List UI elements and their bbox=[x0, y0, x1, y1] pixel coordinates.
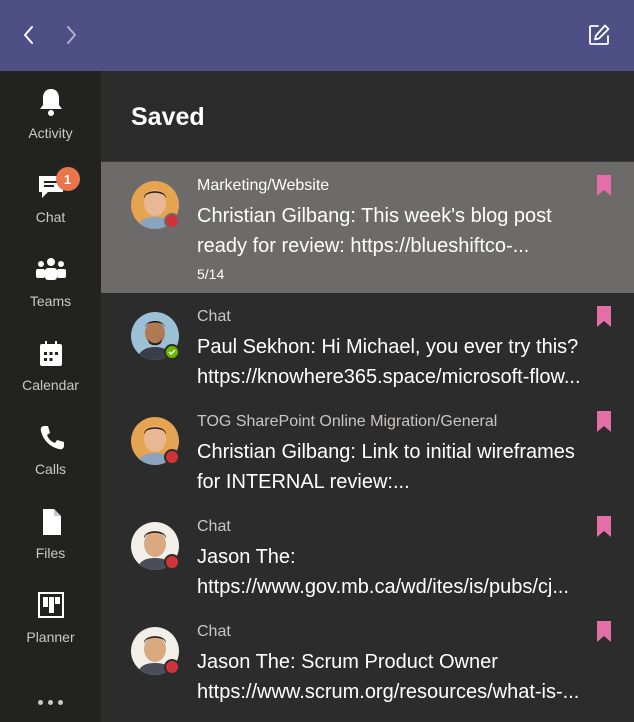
saved-item[interactable]: Chat Jason The: https://www.gov.mb.ca/wd… bbox=[101, 503, 634, 608]
title-bar bbox=[0, 0, 634, 71]
rail-label-planner: Planner bbox=[26, 629, 75, 645]
message-line-2: https://knowhere365.space/microsoft-flow… bbox=[197, 366, 581, 388]
chevron-right-icon bbox=[67, 26, 76, 44]
saved-item[interactable]: Marketing/Website Christian Gilbang: Thi… bbox=[101, 162, 634, 293]
forward-button[interactable] bbox=[56, 20, 86, 50]
avatar bbox=[131, 181, 180, 229]
rail-item-calls[interactable]: Calls bbox=[0, 407, 101, 491]
presence-busy-indicator bbox=[164, 213, 180, 229]
message-line-1: Christian Gilbang: Link to initial wiref… bbox=[197, 441, 575, 463]
rail-item-files[interactable]: Files bbox=[0, 491, 101, 575]
message-line-1: Jason The: Scrum Product Owner bbox=[197, 651, 498, 673]
chevron-left-icon bbox=[24, 26, 33, 44]
avatar bbox=[131, 417, 180, 465]
avatar bbox=[131, 522, 180, 570]
message-line-1: Jason The: bbox=[197, 546, 296, 568]
item-message: Christian Gilbang: Link to initial wiref… bbox=[197, 437, 617, 497]
rail-label-activity: Activity bbox=[28, 125, 73, 141]
compose-icon bbox=[589, 24, 610, 45]
message-line-1: Paul Sekhon: Hi Michael, you ever try th… bbox=[197, 336, 579, 358]
saved-item[interactable]: Chat Jason The: Scrum Product Owner http… bbox=[101, 608, 634, 713]
bookmark-icon[interactable] bbox=[595, 620, 613, 644]
rail-label-calls: Calls bbox=[34, 461, 67, 477]
item-count: 5/14 bbox=[197, 266, 225, 282]
rail-label-calendar: Calendar bbox=[22, 377, 79, 393]
item-message: Paul Sekhon: Hi Michael, you ever try th… bbox=[197, 332, 617, 392]
rail-item-planner[interactable]: Planner bbox=[0, 575, 101, 659]
bookmark-icon[interactable] bbox=[595, 174, 613, 198]
compose-button[interactable] bbox=[584, 20, 614, 50]
avatar bbox=[131, 627, 180, 675]
bookmark-icon[interactable] bbox=[595, 410, 613, 434]
checkmark-icon bbox=[168, 349, 176, 356]
item-message: Jason The: Scrum Product Owner https://w… bbox=[197, 647, 617, 707]
saved-item[interactable]: Chat Paul Sekhon: Hi Michael, you ever t… bbox=[101, 293, 634, 398]
planner-icon bbox=[34, 589, 68, 623]
message-line-2: https://www.scrum.org/resources/what-is-… bbox=[197, 681, 580, 703]
bell-icon bbox=[34, 85, 68, 119]
rail-item-activity[interactable]: Activity bbox=[0, 71, 101, 155]
rail-label-chat: Chat bbox=[35, 209, 66, 225]
saved-pane: Saved Marketing/Website Christian Gilban… bbox=[101, 71, 634, 722]
item-channel: Chat bbox=[197, 308, 231, 325]
calendar-icon bbox=[34, 337, 68, 371]
item-message: Jason The: https://www.gov.mb.ca/wd/ites… bbox=[197, 542, 617, 602]
item-channel: Chat bbox=[197, 623, 231, 640]
rail-label-files: Files bbox=[35, 545, 66, 561]
rail-item-teams[interactable]: Teams bbox=[0, 239, 101, 323]
presence-busy-indicator bbox=[164, 659, 180, 675]
teams-app: Activity 1 Chat Teams Calendar Calls Fil… bbox=[0, 0, 634, 722]
bookmark-icon[interactable] bbox=[595, 305, 613, 329]
avatar bbox=[131, 312, 180, 360]
teams-icon bbox=[34, 253, 68, 287]
message-line-1: Christian Gilbang: This week's blog post bbox=[197, 205, 552, 227]
back-button[interactable] bbox=[14, 20, 44, 50]
bookmark-icon[interactable] bbox=[595, 515, 613, 539]
app-rail: Activity 1 Chat Teams Calendar Calls Fil… bbox=[0, 71, 101, 722]
rail-item-calendar[interactable]: Calendar bbox=[0, 323, 101, 407]
message-line-2: https://www.gov.mb.ca/wd/ites/is/pubs/cj… bbox=[197, 576, 569, 598]
rail-item-chat[interactable]: 1 Chat bbox=[0, 155, 101, 239]
saved-list: Marketing/Website Christian Gilbang: Thi… bbox=[101, 162, 634, 713]
phone-icon bbox=[34, 421, 68, 455]
presence-busy-indicator bbox=[164, 554, 180, 570]
presence-available-indicator bbox=[164, 344, 180, 360]
page-title: Saved bbox=[131, 103, 205, 131]
unread-badge: 1 bbox=[55, 167, 80, 191]
item-channel: Marketing/Website bbox=[197, 177, 330, 194]
rail-label-teams: Teams bbox=[29, 293, 72, 309]
file-icon bbox=[34, 505, 68, 539]
item-message: Christian Gilbang: This week's blog post… bbox=[197, 201, 617, 261]
more-dots-icon bbox=[38, 699, 43, 705]
item-channel: Chat bbox=[197, 518, 231, 535]
message-line-2: for INTERNAL review:... bbox=[197, 471, 410, 493]
chat-icon: 1 bbox=[34, 167, 80, 203]
presence-busy-indicator bbox=[164, 449, 180, 465]
saved-item[interactable]: TOG SharePoint Online Migration/General … bbox=[101, 398, 634, 503]
message-line-2: ready for review: https://blueshiftco-..… bbox=[197, 235, 530, 257]
item-channel: TOG SharePoint Online Migration/General bbox=[197, 413, 498, 430]
more-apps-button[interactable] bbox=[0, 687, 101, 717]
